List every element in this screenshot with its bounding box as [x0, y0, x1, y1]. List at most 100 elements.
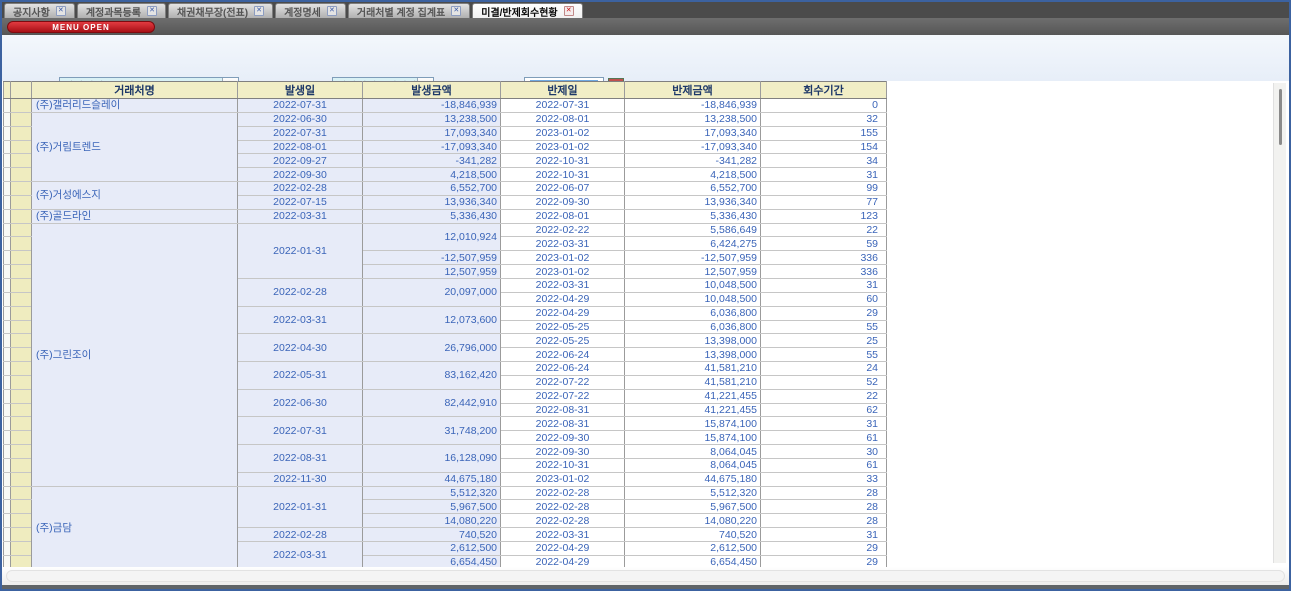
customer-name-cell[interactable]: (주)거림트렌드	[32, 112, 238, 181]
row-selector-cell[interactable]	[11, 486, 32, 500]
repayment-amount-cell[interactable]: 5,512,320	[625, 486, 761, 500]
customer-name-cell[interactable]: (주)그린조이	[32, 223, 238, 486]
occurrence-amount-cell[interactable]: 2,612,500	[363, 542, 501, 556]
occurrence-amount-cell[interactable]: 12,507,959	[363, 265, 501, 279]
repayment-amount-cell[interactable]: 41,581,210	[625, 362, 761, 376]
row-selector-cell[interactable]	[11, 99, 32, 113]
repayment-amount-cell[interactable]: 6,552,700	[625, 182, 761, 196]
collection-days-cell[interactable]: 28	[761, 514, 887, 528]
row-selector-cell[interactable]	[11, 168, 32, 182]
repayment-date-cell[interactable]: 2023-01-02	[501, 472, 625, 486]
repayment-date-cell[interactable]: 2022-02-28	[501, 486, 625, 500]
vertical-scrollbar-thumb[interactable]	[1279, 89, 1282, 145]
tab-1[interactable]: 공지사항✕	[4, 3, 75, 18]
occurrence-amount-cell[interactable]: 13,936,340	[363, 195, 501, 209]
occurrence-date-cell[interactable]: 2022-09-27	[238, 154, 363, 168]
repayment-date-cell[interactable]: 2022-04-29	[501, 292, 625, 306]
repayment-amount-cell[interactable]: 6,424,275	[625, 237, 761, 251]
occurrence-amount-cell[interactable]: -341,282	[363, 154, 501, 168]
occurrence-amount-cell[interactable]: 44,675,180	[363, 472, 501, 486]
repayment-amount-cell[interactable]: 6,036,800	[625, 320, 761, 334]
occurrence-date-cell[interactable]: 2022-11-30	[238, 472, 363, 486]
row-selector-cell[interactable]	[11, 112, 32, 126]
row-selector-cell[interactable]	[11, 140, 32, 154]
repayment-amount-cell[interactable]: 44,675,180	[625, 472, 761, 486]
collection-days-cell[interactable]: 29	[761, 555, 887, 567]
tab-close-icon[interactable]: ✕	[147, 6, 157, 16]
tab-close-icon[interactable]: ✕	[564, 6, 574, 16]
occurrence-amount-cell[interactable]: 31,748,200	[363, 417, 501, 445]
row-selector-cell[interactable]	[11, 555, 32, 567]
repayment-amount-cell[interactable]: 5,967,500	[625, 500, 761, 514]
collection-days-cell[interactable]: 31	[761, 278, 887, 292]
collection-days-cell[interactable]: 34	[761, 154, 887, 168]
repayment-amount-cell[interactable]: 15,874,100	[625, 431, 761, 445]
column-header[interactable]: 발생일	[238, 82, 363, 99]
repayment-amount-cell[interactable]: -12,507,959	[625, 251, 761, 265]
repayment-amount-cell[interactable]: -341,282	[625, 154, 761, 168]
repayment-date-cell[interactable]: 2022-06-24	[501, 348, 625, 362]
row-selector-cell[interactable]	[11, 542, 32, 556]
occurrence-amount-cell[interactable]: 6,552,700	[363, 182, 501, 196]
repayment-date-cell[interactable]: 2022-03-31	[501, 278, 625, 292]
repayment-amount-cell[interactable]: 13,398,000	[625, 334, 761, 348]
occurrence-date-cell[interactable]: 2022-07-15	[238, 195, 363, 209]
collection-days-cell[interactable]: 336	[761, 265, 887, 279]
row-selector-cell[interactable]	[11, 514, 32, 528]
occurrence-date-cell[interactable]: 2022-06-30	[238, 112, 363, 126]
repayment-date-cell[interactable]: 2022-02-28	[501, 500, 625, 514]
occurrence-amount-cell[interactable]: -18,846,939	[363, 99, 501, 113]
occurrence-date-cell[interactable]: 2022-09-30	[238, 168, 363, 182]
row-selector-cell[interactable]	[11, 251, 32, 265]
collection-days-cell[interactable]: 52	[761, 375, 887, 389]
row-selector-cell[interactable]	[11, 431, 32, 445]
repayment-amount-cell[interactable]: -17,093,340	[625, 140, 761, 154]
repayment-date-cell[interactable]: 2022-04-29	[501, 306, 625, 320]
repayment-amount-cell[interactable]: 4,218,500	[625, 168, 761, 182]
row-selector-cell[interactable]	[11, 389, 32, 403]
row-selector-cell[interactable]	[11, 278, 32, 292]
occurrence-date-cell[interactable]: 2022-01-31	[238, 486, 363, 528]
column-header[interactable]: 거래처명	[32, 82, 238, 99]
occurrence-date-cell[interactable]: 2022-02-28	[238, 278, 363, 306]
collection-days-cell[interactable]: 62	[761, 403, 887, 417]
repayment-date-cell[interactable]: 2023-01-02	[501, 140, 625, 154]
repayment-amount-cell[interactable]: 2,612,500	[625, 542, 761, 556]
collection-days-cell[interactable]: 22	[761, 389, 887, 403]
row-selector-cell[interactable]	[11, 292, 32, 306]
row-selector-cell[interactable]	[11, 223, 32, 237]
collection-days-cell[interactable]: 61	[761, 431, 887, 445]
customer-name-cell[interactable]: (주)금담	[32, 486, 238, 567]
repayment-date-cell[interactable]: 2022-07-31	[501, 99, 625, 113]
row-selector-cell[interactable]	[11, 375, 32, 389]
row-selector-cell[interactable]	[11, 403, 32, 417]
occurrence-amount-cell[interactable]: 82,442,910	[363, 389, 501, 417]
repayment-date-cell[interactable]: 2022-03-31	[501, 528, 625, 542]
repayment-amount-cell[interactable]: -18,846,939	[625, 99, 761, 113]
occurrence-amount-cell[interactable]: -12,507,959	[363, 251, 501, 265]
repayment-amount-cell[interactable]: 6,036,800	[625, 306, 761, 320]
repayment-date-cell[interactable]: 2022-10-31	[501, 168, 625, 182]
customer-name-cell[interactable]: (주)갤러리드슬레이	[32, 99, 238, 113]
horizontal-scrollbar[interactable]	[2, 567, 1289, 585]
row-selector-cell[interactable]	[11, 195, 32, 209]
column-header[interactable]: 발생금액	[363, 82, 501, 99]
collection-days-cell[interactable]: 154	[761, 140, 887, 154]
repayment-date-cell[interactable]: 2022-04-29	[501, 542, 625, 556]
row-selector-cell[interactable]	[11, 458, 32, 472]
collection-days-cell[interactable]: 30	[761, 445, 887, 459]
tab-6[interactable]: 미결/반제회수현황✕	[472, 3, 582, 18]
repayment-amount-cell[interactable]: 10,048,500	[625, 292, 761, 306]
occurrence-date-cell[interactable]: 2022-01-31	[238, 223, 363, 278]
occurrence-amount-cell[interactable]: 5,336,430	[363, 209, 501, 223]
row-selector-cell[interactable]	[11, 500, 32, 514]
occurrence-amount-cell[interactable]: 83,162,420	[363, 362, 501, 390]
occurrence-amount-cell[interactable]: -17,093,340	[363, 140, 501, 154]
repayment-amount-cell[interactable]: 12,507,959	[625, 265, 761, 279]
collection-days-cell[interactable]: 99	[761, 182, 887, 196]
collection-days-cell[interactable]: 31	[761, 528, 887, 542]
row-selector-cell[interactable]	[11, 154, 32, 168]
occurrence-amount-cell[interactable]: 6,654,450	[363, 555, 501, 567]
occurrence-date-cell[interactable]: 2022-08-31	[238, 445, 363, 473]
occurrence-amount-cell[interactable]: 5,967,500	[363, 500, 501, 514]
